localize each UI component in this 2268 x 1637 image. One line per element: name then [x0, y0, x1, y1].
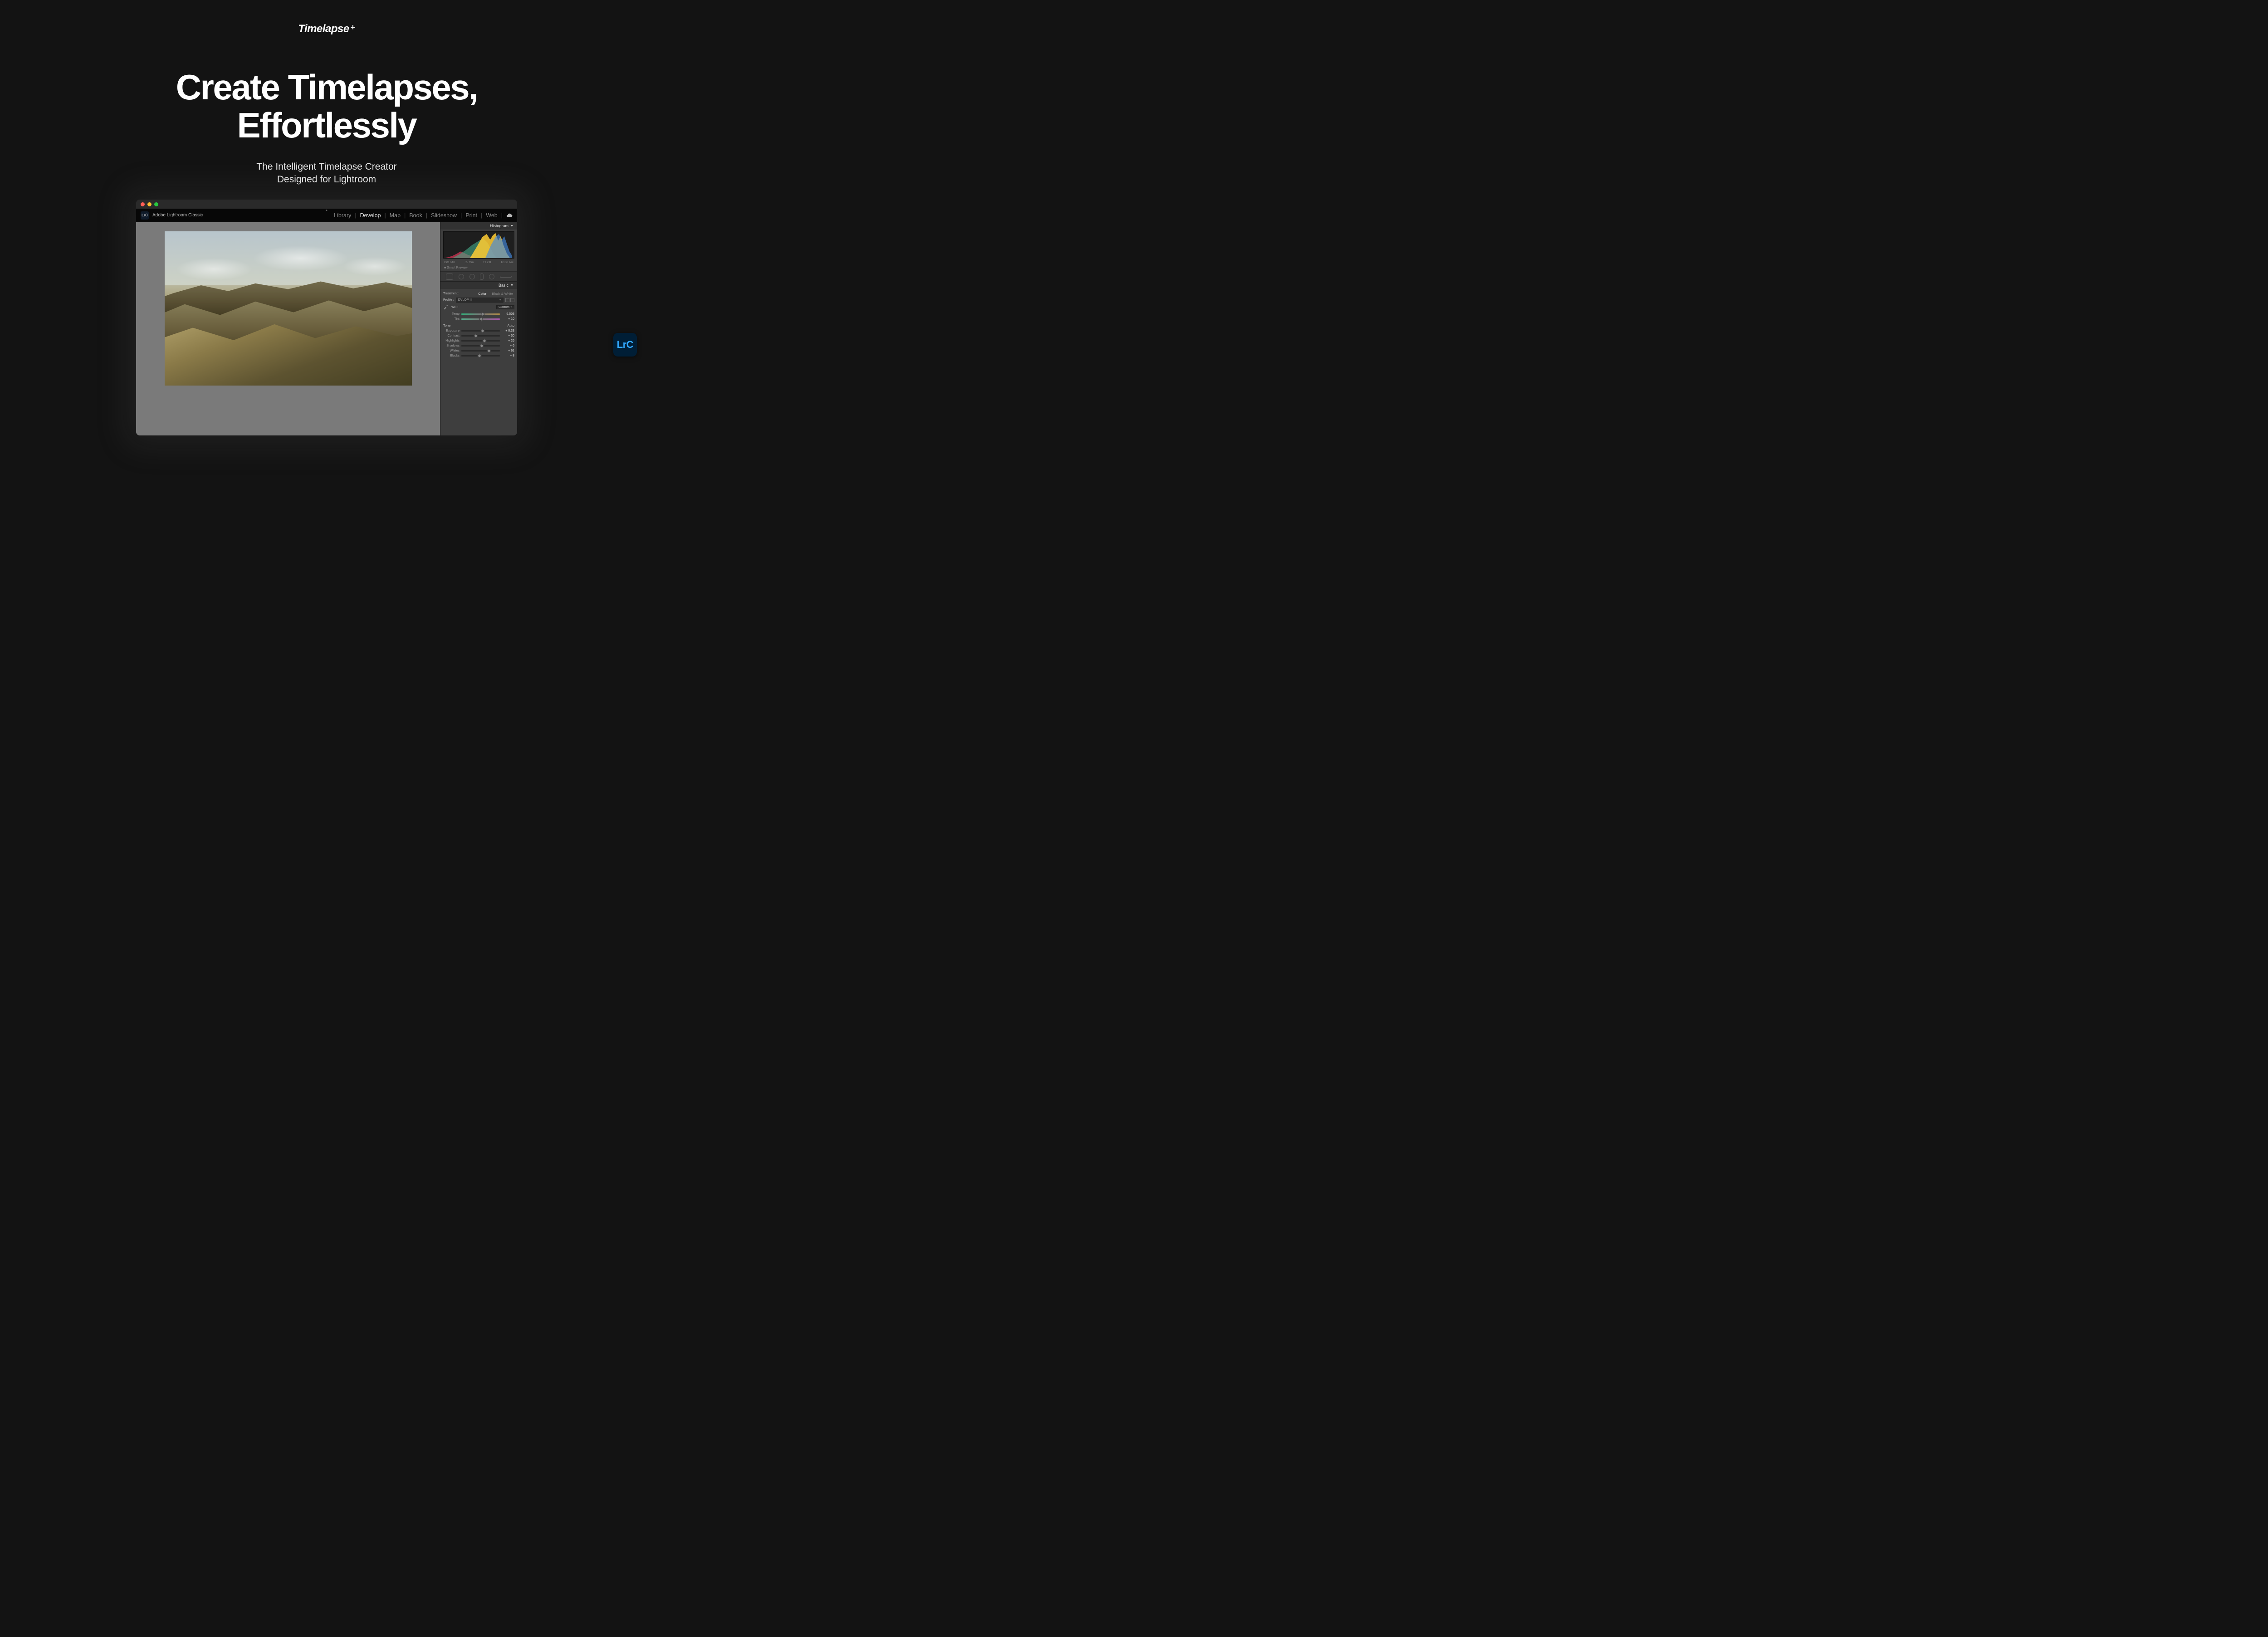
redeye-tool-icon[interactable] — [469, 274, 475, 279]
iso-value: ISO 640 — [444, 261, 455, 264]
titlebar — [136, 200, 517, 209]
nav-web[interactable]: Web — [484, 212, 499, 219]
wb-select[interactable]: Custom ÷ — [496, 305, 514, 309]
smart-preview-label: ■ Smart Preview — [440, 265, 517, 272]
chevron-down-icon: ▼ — [510, 225, 513, 228]
nav-library[interactable]: Library — [332, 212, 353, 219]
develop-panel: Histogram ▼ ISO 640 55 mm f / 2.8 1/160 … — [440, 222, 517, 435]
histogram-label: Histogram — [490, 224, 508, 228]
nav-develop[interactable]: Develop — [358, 212, 383, 219]
histogram-meta: ISO 640 55 mm f / 2.8 1/160 sec — [440, 260, 517, 265]
minimize-icon[interactable] — [147, 202, 152, 206]
profile-label: Profile : — [443, 298, 454, 302]
subtitle-line2: Designed for Lightroom — [277, 174, 376, 185]
profile-grid2-icon[interactable] — [510, 298, 514, 302]
profile-select[interactable]: DVLOP III ÷ — [456, 298, 503, 303]
app-icon: LrC — [141, 211, 149, 220]
histogram-header[interactable]: Histogram ▼ — [440, 222, 517, 230]
headline: Create Timelapses, Effortlessly — [0, 68, 653, 144]
maximize-icon[interactable] — [154, 202, 158, 206]
heal-tool-icon[interactable] — [459, 274, 464, 279]
eyedropper-icon[interactable] — [443, 304, 449, 310]
treatment-color[interactable]: Color — [477, 291, 488, 296]
brand-logo: Timelapse + — [298, 23, 355, 35]
collapse-top-icon[interactable]: ▴ — [323, 208, 330, 211]
shutter-value: 1/160 sec — [501, 261, 513, 264]
basic-header[interactable]: Basic ▼ — [440, 282, 517, 289]
auto-button[interactable]: Auto — [508, 323, 514, 327]
brand-text: Timelapse — [298, 23, 349, 35]
chevron-down-icon: ▼ — [510, 284, 513, 287]
nav-slideshow[interactable]: Slideshow — [429, 212, 459, 219]
close-icon[interactable] — [141, 202, 145, 206]
crop-tool-icon[interactable] — [446, 274, 453, 280]
basic-label: Basic — [499, 283, 508, 288]
headline-line1: Create Timelapses, — [176, 67, 478, 107]
wb-label: WB : — [451, 306, 458, 309]
blacks-slider[interactable]: Blacks − 8 — [443, 353, 514, 358]
subtitle-line1: The Intelligent Timelapse Creator — [256, 161, 396, 172]
focal-value: 55 mm — [464, 261, 474, 264]
cloud-sync-icon[interactable] — [506, 212, 513, 219]
mask-tool-icon[interactable] — [480, 274, 484, 280]
module-nav: Library | Develop | Map | Book | Slidesh… — [332, 212, 513, 219]
tone-label: Tone — [443, 323, 450, 327]
gradient-tool-icon[interactable] — [500, 276, 512, 278]
highlights-slider[interactable]: Highlights + 26 — [443, 338, 514, 343]
histogram-chart[interactable] — [443, 231, 514, 259]
profile-grid-icon[interactable] — [505, 298, 509, 302]
plus-icon: + — [351, 23, 355, 32]
nav-book[interactable]: Book — [407, 212, 424, 219]
tint-slider[interactable]: Tint + 10 — [443, 317, 514, 322]
contrast-slider[interactable]: Contrast − 30 — [443, 333, 514, 338]
lightroom-window: ▴ LrC Adobe Lightroom Classic Library | … — [136, 200, 517, 435]
radial-tool-icon[interactable] — [489, 274, 494, 279]
nav-print[interactable]: Print — [464, 212, 479, 219]
headline-line2: Effortlessly — [237, 105, 416, 145]
exposure-slider[interactable]: Exposure + 0.33 — [443, 328, 514, 333]
canvas — [136, 222, 440, 435]
whites-slider[interactable]: Whites + 61 — [443, 348, 514, 353]
lrc-badge: LrC — [613, 333, 637, 357]
lrc-badge-text: LrC — [617, 339, 633, 351]
shadows-slider[interactable]: Shadows + 6 — [443, 343, 514, 348]
nav-map[interactable]: Map — [388, 212, 402, 219]
temp-slider[interactable]: Temp 6,503 — [443, 312, 514, 317]
subtitle: The Intelligent Timelapse Creator Design… — [0, 161, 653, 186]
treatment-label: Treatment : — [443, 292, 459, 295]
preview-image[interactable] — [165, 231, 412, 386]
app-title: Adobe Lightroom Classic — [152, 213, 203, 218]
treatment-bw[interactable]: Black & White — [490, 291, 514, 296]
aperture-value: f / 2.8 — [484, 261, 491, 264]
tool-strip — [440, 272, 517, 282]
